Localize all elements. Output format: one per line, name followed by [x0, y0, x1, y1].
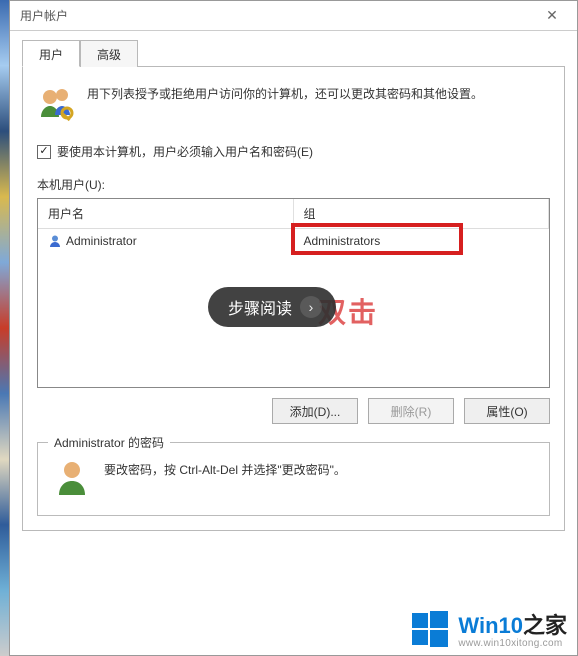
- tab-users[interactable]: 用户: [22, 40, 80, 67]
- add-button[interactable]: 添加(D)...: [272, 398, 358, 424]
- users-panel: 用下列表授予或拒绝用户访问你的计算机，还可以更改其密码和其他设置。 ✓ 要使用本…: [22, 67, 565, 531]
- users-keys-icon: [37, 85, 77, 125]
- properties-button[interactable]: 属性(O): [464, 398, 550, 424]
- group-text: Administrators: [304, 234, 381, 248]
- brand-prefix: Win10: [458, 613, 523, 638]
- table-row[interactable]: Administrator Administrators: [38, 229, 549, 253]
- tab-label: 高级: [97, 48, 121, 62]
- windows-logo-icon: [410, 609, 450, 649]
- watermark: Win10之家 www.win10xitong.com: [410, 608, 567, 649]
- cell-group: Administrators: [294, 229, 550, 253]
- password-legend: Administrator 的密码: [48, 434, 170, 451]
- require-password-checkbox[interactable]: ✓ 要使用本计算机，用户必须输入用户名和密码(E): [37, 143, 550, 160]
- checkbox-label: 要使用本计算机，用户必须输入用户名和密码(E): [57, 143, 313, 160]
- brand-suffix: 之家: [523, 613, 567, 638]
- tab-strip: 用户 高级: [22, 39, 565, 67]
- user-icon: [48, 234, 62, 248]
- checkbox-icon: ✓: [37, 145, 51, 159]
- intro-row: 用下列表授予或拒绝用户访问你的计算机，还可以更改其密码和其他设置。: [37, 85, 550, 125]
- user-list-label: 本机用户(U):: [37, 176, 550, 193]
- password-instruction: 要改密码，按 Ctrl-Alt-Del 并选择"更改密码"。: [104, 457, 346, 478]
- watermark-title: Win10之家: [458, 608, 567, 640]
- user-accounts-dialog: 用户帐户 ✕ 用户 高级: [9, 0, 578, 656]
- password-fieldset: Administrator 的密码 要改密码，按 Ctrl-Alt-Del 并选…: [37, 442, 550, 516]
- column-header-username[interactable]: 用户名: [38, 199, 294, 228]
- remove-button: 删除(R): [368, 398, 454, 424]
- watermark-url: www.win10xitong.com: [458, 638, 567, 649]
- cell-username: Administrator: [38, 229, 294, 253]
- tab-advanced[interactable]: 高级: [80, 40, 138, 67]
- desktop-edge: [0, 0, 9, 656]
- chevron-right-icon: ›: [300, 296, 322, 318]
- step-label: 步骤阅读: [228, 295, 292, 319]
- password-row: 要改密码，按 Ctrl-Alt-Del 并选择"更改密码"。: [52, 457, 535, 497]
- username-text: Administrator: [66, 234, 137, 248]
- titlebar[interactable]: 用户帐户 ✕: [10, 1, 577, 31]
- watermark-brand: Win10之家 www.win10xitong.com: [458, 608, 567, 649]
- tab-label: 用户: [39, 48, 63, 62]
- list-header: 用户名 组: [38, 199, 549, 229]
- dialog-body: 用户 高级 用下列表授予或拒绝用户访问你的计算机，还: [10, 31, 577, 655]
- intro-text: 用下列表授予或拒绝用户访问你的计算机，还可以更改其密码和其他设置。: [87, 85, 483, 125]
- user-list[interactable]: 用户名 组 Administrator Administrators: [37, 198, 550, 388]
- close-button[interactable]: ✕: [533, 5, 571, 27]
- window-title: 用户帐户: [20, 7, 68, 24]
- close-icon: ✕: [546, 7, 558, 24]
- column-header-group[interactable]: 组: [294, 199, 550, 228]
- list-button-row: 添加(D)... 删除(R) 属性(O): [37, 398, 550, 424]
- step-reading-pill[interactable]: 步骤阅读 ›: [208, 287, 336, 327]
- user-avatar-icon: [52, 457, 92, 497]
